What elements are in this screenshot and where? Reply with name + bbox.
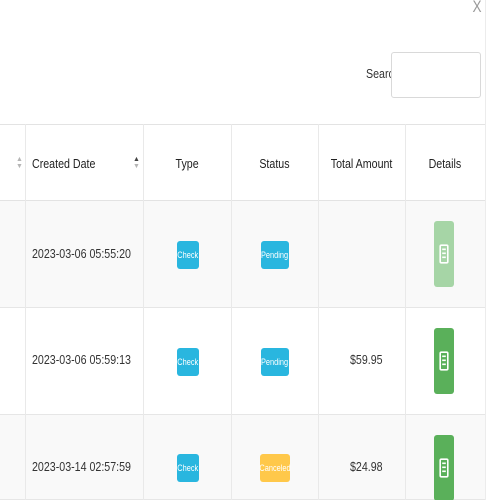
created-date-cell: 2023-03-06 05:55:20 — [32, 246, 131, 261]
column-header-created-date[interactable]: Created Date — [32, 125, 142, 201]
column-divider — [405, 124, 406, 500]
header-created-date-label: Created Date — [32, 155, 96, 171]
receipt-icon — [439, 351, 449, 371]
receipt-icon — [439, 458, 449, 478]
status-badge: Pending — [261, 241, 289, 269]
header-details-label: Details — [428, 155, 462, 171]
payments-modal: X Search ▲ ▼ Created Date ▲ ▼ Type Status … — [0, 0, 485, 500]
column-header-status[interactable]: Status — [231, 125, 318, 201]
table-header-row: ▲ ▼ Created Date ▲ ▼ Type Status Total Amo… — [0, 124, 485, 201]
header-status-label: Status — [259, 155, 290, 171]
search-input[interactable] — [391, 52, 481, 98]
details-button[interactable] — [434, 221, 454, 287]
created-date-cell: 2023-03-14 02:57:59 — [32, 459, 131, 474]
status-badge: Canceled — [259, 454, 291, 482]
column-divider — [318, 124, 319, 500]
table-row: 2023-03-06 05:59:13 Check Pending $59.95 — [0, 308, 485, 415]
details-button[interactable] — [434, 435, 454, 500]
column-divider — [231, 124, 232, 500]
column-divider — [143, 124, 144, 500]
table-row: 2023-03-06 05:55:20 Check Pending — [0, 201, 485, 308]
type-badge: Check — [177, 348, 199, 376]
details-button[interactable] — [434, 328, 454, 394]
sort-active-icon[interactable]: ▲ ▼ — [133, 156, 140, 170]
receipt-icon — [439, 244, 449, 264]
type-badge: Check — [177, 241, 199, 269]
table-row: 2023-03-14 02:57:59 Check Canceled $24.9… — [0, 415, 485, 500]
close-button[interactable]: X — [471, 0, 482, 16]
scrollbar-track[interactable] — [485, 0, 500, 500]
column-header-total-amount[interactable]: Total Amount — [318, 125, 405, 201]
type-badge: Check — [177, 454, 199, 482]
header-total-amount-label: Total Amount — [330, 155, 393, 171]
sort-icon[interactable]: ▲ ▼ — [16, 156, 23, 170]
header-type-label: Type — [175, 155, 199, 171]
total-amount-cell: $59.95 — [350, 352, 383, 367]
total-amount-cell: $24.98 — [350, 459, 383, 474]
status-badge: Pending — [261, 348, 289, 376]
created-date-cell: 2023-03-06 05:59:13 — [32, 352, 131, 367]
column-header-details[interactable]: Details — [405, 125, 485, 201]
column-header-type[interactable]: Type — [143, 125, 231, 201]
column-divider — [25, 124, 26, 500]
